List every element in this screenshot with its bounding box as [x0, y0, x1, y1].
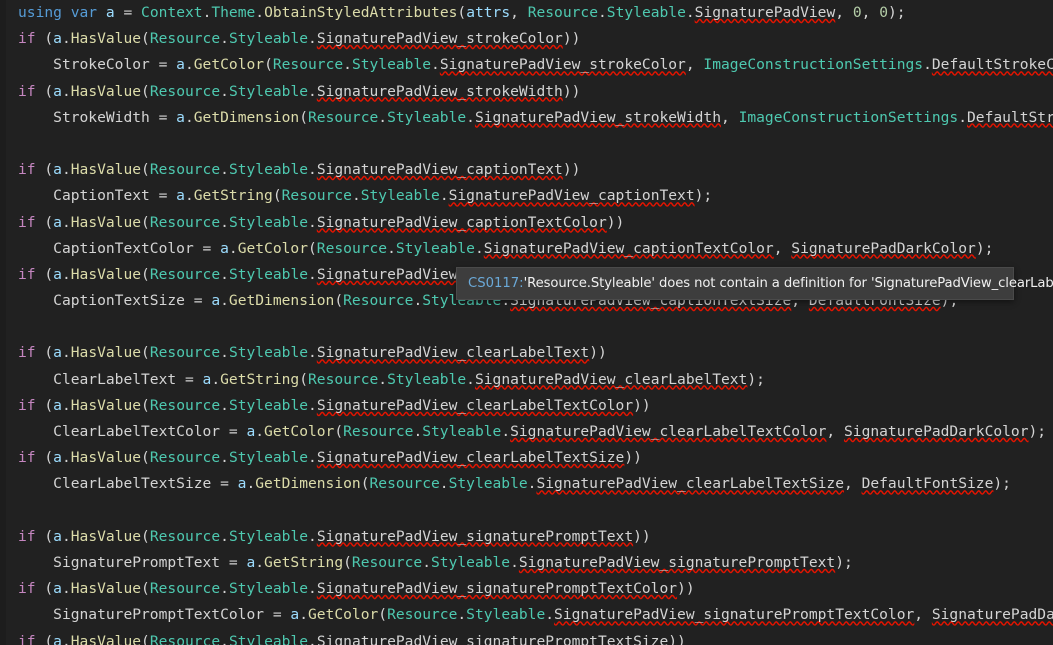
error-code-label: CS0117:: [468, 276, 524, 291]
editor-left-gutter: [0, 0, 6, 645]
code-line[interactable]: CaptionTextColor = a.GetColor(Resource.S…: [0, 236, 1053, 262]
code-editor-surface[interactable]: using var a = Context.Theme.ObtainStyled…: [0, 0, 1053, 645]
code-line[interactable]: ClearLabelTextSize = a.GetDimension(Reso…: [0, 471, 1053, 497]
code-line[interactable]: [0, 314, 1053, 340]
code-line[interactable]: ClearLabelTextColor = a.GetColor(Resourc…: [0, 419, 1053, 445]
code-text-area[interactable]: using var a = Context.Theme.ObtainStyled…: [0, 0, 1053, 645]
code-line[interactable]: if (a.HasValue(Resource.Styleable.Signat…: [0, 340, 1053, 366]
code-line[interactable]: if (a.HasValue(Resource.Styleable.Signat…: [0, 393, 1053, 419]
code-line[interactable]: CaptionText = a.GetString(Resource.Style…: [0, 183, 1053, 209]
code-line[interactable]: StrokeWidth = a.GetDimension(Resource.St…: [0, 105, 1053, 131]
code-line[interactable]: if (a.HasValue(Resource.Styleable.Signat…: [0, 576, 1053, 602]
code-line[interactable]: if (a.HasValue(Resource.Styleable.Signat…: [0, 26, 1053, 52]
error-tooltip: CS0117: 'Resource.Styleable' does not co…: [456, 267, 1053, 300]
error-message-text: 'Resource.Styleable' does not contain a …: [523, 276, 1053, 291]
code-line[interactable]: if (a.HasValue(Resource.Styleable.Signat…: [0, 79, 1053, 105]
code-line[interactable]: using var a = Context.Theme.ObtainStyled…: [0, 0, 1053, 26]
code-line[interactable]: if (a.HasValue(Resource.Styleable.Signat…: [0, 445, 1053, 471]
code-line[interactable]: [0, 498, 1053, 524]
code-line[interactable]: if (a.HasValue(Resource.Styleable.Signat…: [0, 524, 1053, 550]
code-line[interactable]: SignaturePromptTextColor = a.GetColor(Re…: [0, 602, 1053, 628]
code-line[interactable]: [0, 131, 1053, 157]
code-line[interactable]: if (a.HasValue(Resource.Styleable.Signat…: [0, 629, 1053, 645]
code-line[interactable]: SignaturePromptText = a.GetString(Resour…: [0, 550, 1053, 576]
code-line[interactable]: ClearLabelText = a.GetString(Resource.St…: [0, 367, 1053, 393]
code-line[interactable]: StrokeColor = a.GetColor(Resource.Stylea…: [0, 52, 1053, 78]
code-line[interactable]: if (a.HasValue(Resource.Styleable.Signat…: [0, 157, 1053, 183]
code-line[interactable]: if (a.HasValue(Resource.Styleable.Signat…: [0, 210, 1053, 236]
